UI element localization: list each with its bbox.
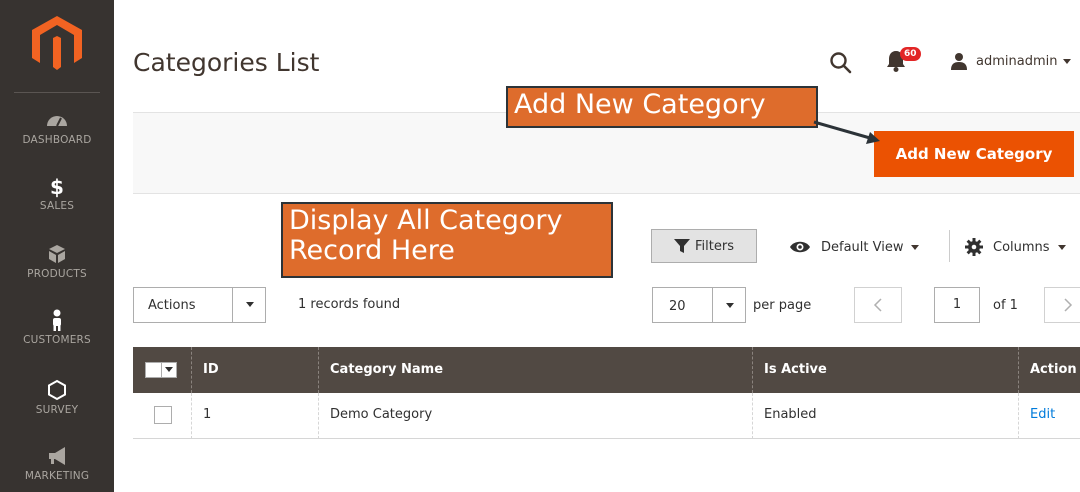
select-divider xyxy=(161,363,162,377)
sidebar-item-customers[interactable]: CUSTOMERS xyxy=(0,308,114,368)
table-row: 1 Demo Category Enabled Edit xyxy=(133,393,1080,439)
filters-label: Filters xyxy=(695,238,734,254)
filters-button[interactable]: Filters xyxy=(651,229,757,263)
columns-label: Columns xyxy=(993,239,1050,255)
chevron-down-icon xyxy=(246,302,254,307)
sidebar-item-label: MARKETING xyxy=(24,470,90,482)
add-new-category-button[interactable]: Add New Category xyxy=(874,131,1074,177)
edit-link[interactable]: Edit xyxy=(1030,407,1055,422)
chevron-left-icon xyxy=(873,298,882,312)
username: adminadmin xyxy=(976,53,1058,69)
hexagon-icon xyxy=(48,379,66,401)
view-label: Default View xyxy=(821,239,904,255)
sidebar-item-marketing[interactable]: MARKETING xyxy=(0,444,114,492)
chevron-down-icon xyxy=(1063,58,1072,64)
per-page-value: 20 xyxy=(669,299,686,314)
sidebar-item-label: SALES xyxy=(39,200,75,212)
sidebar-item-label: PRODUCTS xyxy=(27,268,87,280)
sidebar-item-dashboard[interactable]: DASHBOARD xyxy=(0,108,114,168)
annotation-display-records: Display All Category Record Here xyxy=(281,202,613,278)
magento-logo[interactable] xyxy=(0,14,114,78)
actions-label: Actions xyxy=(148,298,196,313)
mass-select-dropdown[interactable] xyxy=(145,362,177,378)
annotation-arrow xyxy=(813,120,880,144)
search-button[interactable] xyxy=(828,50,854,76)
svg-text:$: $ xyxy=(50,175,64,198)
records-found-count: 1 records found xyxy=(298,297,401,312)
filter-icon xyxy=(674,239,691,253)
toolbar-divider xyxy=(949,230,950,262)
chevron-down-icon xyxy=(165,367,173,372)
sidebar-divider xyxy=(14,92,100,93)
page-title: Categories List xyxy=(133,48,320,77)
column-header-id[interactable]: ID xyxy=(191,347,318,393)
row-select-cell xyxy=(133,393,191,439)
dashboard-icon xyxy=(47,116,67,127)
cell-id: 1 xyxy=(191,393,318,439)
chevron-down-icon xyxy=(1057,244,1066,250)
person-icon xyxy=(53,309,61,331)
annotation-line: Record Here xyxy=(289,235,455,266)
mass-select-header xyxy=(133,347,191,393)
sidebar-item-label: CUSTOMERS xyxy=(23,334,91,346)
cell-action: Edit xyxy=(1018,393,1080,439)
grid-header-row: ID Category Name Is Active Action xyxy=(133,347,1080,393)
column-header-category-name[interactable]: Category Name xyxy=(318,347,752,393)
admin-sidebar: DASHBOARD $ SALES PRODUCTS CUSTOMERS SUR… xyxy=(0,0,114,492)
user-icon xyxy=(951,53,967,70)
view-switcher[interactable]: Default View xyxy=(789,236,920,258)
annotation-add-new-category: Add New Category xyxy=(506,86,818,128)
per-page-select[interactable]: 20 xyxy=(652,287,746,323)
column-header-is-active[interactable]: Is Active xyxy=(752,347,1018,393)
select-divider xyxy=(712,288,713,322)
sidebar-item-products[interactable]: PRODUCTS xyxy=(0,242,114,302)
column-header-action: Action xyxy=(1018,347,1080,393)
previous-page-button[interactable] xyxy=(854,287,902,323)
notification-count-badge: 60 xyxy=(900,47,921,61)
sidebar-item-label: DASHBOARD xyxy=(22,134,92,146)
box-icon xyxy=(49,245,65,263)
current-page-input[interactable]: 1 xyxy=(934,287,980,323)
next-page-button[interactable] xyxy=(1044,287,1080,323)
search-icon xyxy=(830,52,852,74)
user-account-menu[interactable]: adminadmin xyxy=(950,50,1072,72)
gear-icon xyxy=(965,238,983,256)
annotation-line: Display All Category xyxy=(289,205,563,236)
mass-actions-select[interactable]: Actions xyxy=(133,287,266,323)
chevron-down-icon xyxy=(911,244,920,250)
dollar-icon: $ xyxy=(50,175,64,198)
eye-icon xyxy=(790,241,810,253)
per-page-label: per page xyxy=(753,298,812,313)
chevron-down-icon xyxy=(726,303,734,308)
chevron-right-icon xyxy=(1064,298,1073,312)
sidebar-item-sales[interactable]: $ SALES xyxy=(0,174,114,234)
notifications-button[interactable]: 60 xyxy=(884,44,928,74)
cell-category-name: Demo Category xyxy=(318,393,752,439)
total-pages-label: of 1 xyxy=(993,298,1018,313)
row-checkbox[interactable] xyxy=(154,406,172,424)
sidebar-item-label: SURVEY xyxy=(35,404,79,416)
select-divider xyxy=(232,288,233,322)
megaphone-icon xyxy=(49,447,65,465)
cell-is-active: Enabled xyxy=(752,393,1018,439)
columns-button[interactable]: Columns xyxy=(965,236,1066,258)
sidebar-item-survey[interactable]: SURVEY xyxy=(0,378,114,438)
